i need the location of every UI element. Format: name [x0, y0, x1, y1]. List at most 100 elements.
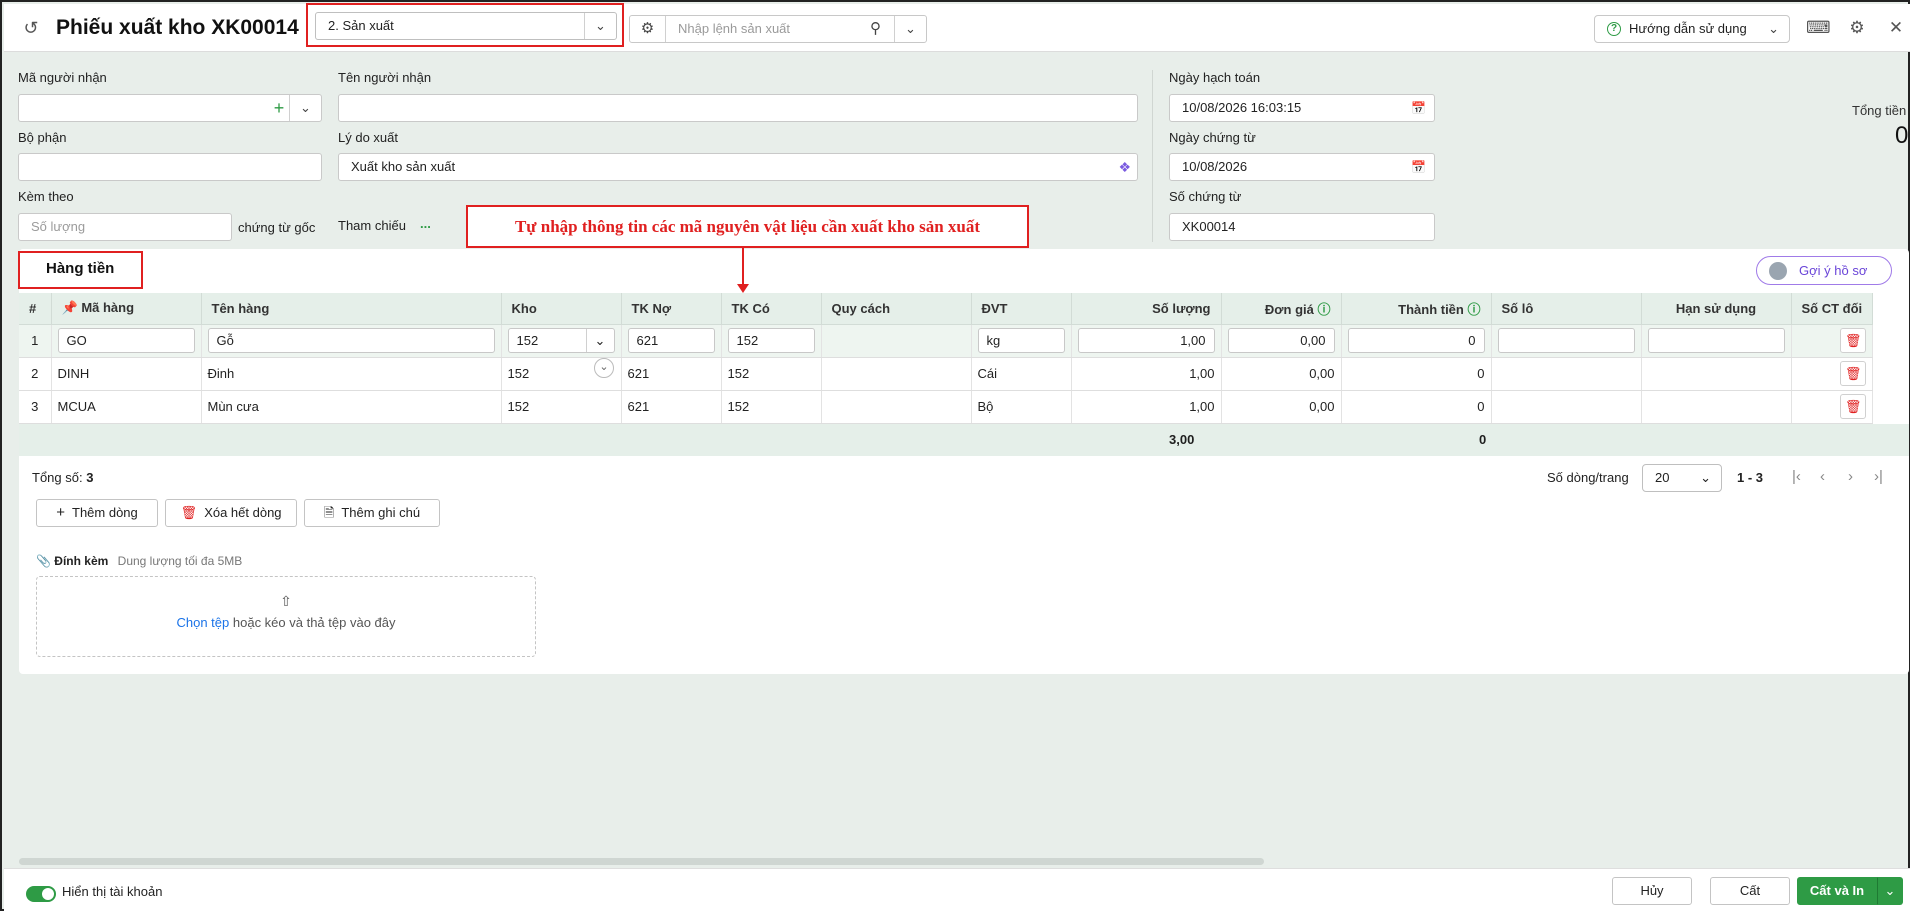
item-name-input[interactable]: Gỗ — [207, 328, 495, 353]
posting-date-input[interactable]: 10/08/2026 16:03:15 📅 — [1169, 94, 1435, 122]
first-page-icon[interactable]: |‹ — [1792, 468, 1801, 485]
unit-price-input[interactable]: 0,00 — [1227, 328, 1335, 353]
add-note-button[interactable]: 🗎 Thêm ghi chú — [304, 499, 440, 527]
choose-file-link[interactable]: Chọn tệp — [176, 615, 229, 630]
amount-cell[interactable]: 0 — [1341, 390, 1492, 424]
cancel-button[interactable]: Hủy — [1612, 877, 1692, 905]
type-select[interactable]: 2. Sản xuất ⌄ — [315, 12, 617, 40]
unit-cell[interactable]: Cái — [971, 357, 1072, 391]
department-input[interactable] — [18, 153, 322, 181]
upload-dropzone[interactable]: ⇧ Chọn tệp hoặc kéo và thả tệp vào đây — [36, 576, 536, 657]
lot-cell[interactable] — [1491, 357, 1642, 391]
item-name-cell[interactable]: Đinh — [201, 357, 502, 391]
calendar-icon[interactable]: 📅 — [1411, 95, 1426, 121]
column-header: Tên hàng — [201, 293, 502, 325]
unit-price-cell[interactable]: 0,00 — [1221, 390, 1342, 424]
prev-page-icon[interactable]: ‹ — [1820, 468, 1825, 485]
chevron-down-icon[interactable]: ⌄ — [1877, 877, 1903, 905]
row-number: 2 — [19, 357, 52, 391]
credit-account-cell[interactable]: 152 — [721, 390, 822, 424]
save-button[interactable]: Cất — [1710, 877, 1790, 905]
spec-cell[interactable] — [821, 324, 972, 358]
table-row[interactable]: 3 MCUA Mùn cưa 152 621 152 Bộ 1,00 0,00 … — [19, 390, 1874, 424]
help-icon[interactable]: ⓘ — [1317, 302, 1330, 317]
item-code-input[interactable]: GO — [57, 328, 195, 353]
delete-row-icon[interactable]: 🗑 — [1840, 328, 1867, 353]
debit-account-cell[interactable]: 621 — [621, 357, 722, 391]
pin-icon[interactable]: 📌 — [62, 300, 78, 315]
settings-icon[interactable]: ⚙ — [1845, 17, 1869, 39]
voucher-number-input[interactable]: XK00014 — [1169, 213, 1435, 241]
amount-input[interactable]: 0 — [1347, 328, 1485, 353]
debit-account-input[interactable]: 621 — [627, 328, 715, 353]
save-print-button[interactable]: Cất và In — [1797, 877, 1877, 905]
lot-cell[interactable] — [1491, 390, 1642, 424]
ai-assist-icon[interactable]: ❖ — [1118, 154, 1131, 180]
credit-account-cell[interactable]: 152 — [721, 357, 822, 391]
unit-price-cell[interactable]: 0,00 — [1221, 357, 1342, 391]
expiry-cell[interactable] — [1641, 390, 1792, 424]
quantity-cell[interactable]: 1,00 — [1071, 390, 1222, 424]
quantity-input[interactable]: 1,00 — [1077, 328, 1215, 353]
tab-hang-tien[interactable]: Hàng tiền — [46, 260, 114, 277]
suggest-profile-label: Gợi ý hồ sơ — [1799, 263, 1868, 278]
quantity-cell[interactable]: 1,00 — [1071, 357, 1222, 391]
chevron-down-icon[interactable]: ⌄ — [289, 95, 321, 121]
item-code-cell[interactable]: DINH — [51, 357, 202, 391]
item-name-cell[interactable]: Mùn cưa — [201, 390, 502, 424]
chevron-down-icon[interactable]: ⌄ — [894, 16, 926, 42]
chevron-down-icon[interactable]: ⌄ — [585, 329, 614, 352]
next-page-icon[interactable]: › — [1848, 468, 1853, 485]
summary-row: 3,00 0 — [19, 424, 1909, 456]
item-code-cell[interactable]: MCUA — [51, 390, 202, 424]
expiry-input[interactable] — [1647, 328, 1785, 353]
debit-account-cell[interactable]: 621 — [621, 390, 722, 424]
reference-link[interactable]: ... — [420, 216, 431, 231]
upload-icon: ⇧ — [280, 593, 292, 609]
guide-button[interactable]: ? Hướng dẫn sử dụng ⌄ — [1594, 15, 1790, 43]
horizontal-scrollbar[interactable] — [19, 858, 1264, 865]
calendar-icon[interactable]: 📅 — [1411, 154, 1426, 180]
delete-row-icon[interactable]: 🗑 — [1840, 394, 1867, 419]
table-row[interactable]: 2 DINH Đinh 152 621 152 Cái 1,00 0,00 0 … — [19, 357, 1874, 391]
expiry-cell[interactable] — [1641, 357, 1792, 391]
receiver-code-input[interactable]: + ⌄ — [18, 94, 322, 122]
total-amount: 0 — [1479, 432, 1487, 447]
delete-all-rows-button[interactable]: 🗑 Xóa hết dòng — [165, 499, 297, 527]
detail-table: # 📌 Mã hàng Tên hàng Kho TK Nợ TK Có Quy… — [19, 293, 1874, 424]
amount-cell[interactable]: 0 — [1341, 357, 1492, 391]
production-order-search[interactable]: ⚙ Nhập lệnh sản xuất ⚲ ⌄ — [629, 15, 927, 43]
show-accounts-toggle[interactable] — [26, 886, 56, 902]
last-page-icon[interactable]: ›| — [1874, 468, 1883, 485]
department-label: Bộ phận — [18, 130, 67, 145]
receiver-name-input[interactable] — [338, 94, 1138, 122]
search-input[interactable]: Nhập lệnh sản xuất — [678, 16, 790, 42]
keyboard-icon[interactable]: ⌨ — [1806, 17, 1831, 39]
search-icon[interactable]: ⚲ — [870, 16, 881, 42]
lot-input[interactable] — [1497, 328, 1635, 353]
warehouse-select[interactable]: 152 ⌄ — [507, 328, 615, 353]
attached-label: Kèm theo — [18, 189, 74, 204]
help-icon[interactable]: ⓘ — [1467, 302, 1480, 317]
spec-cell[interactable] — [821, 357, 972, 391]
add-row-button[interactable]: + Thêm dòng — [36, 499, 158, 527]
chevron-down-icon[interactable]: ⌄ — [584, 13, 616, 39]
delete-row-icon[interactable]: 🗑 — [1840, 361, 1867, 386]
table-row[interactable]: 1 GO Gỗ 152 ⌄ 621 152 kg 1,00 0,00 0 🗑 — [19, 324, 1874, 358]
chevron-down-icon[interactable]: ⌄ — [594, 358, 614, 378]
close-icon[interactable]: ✕ — [1884, 17, 1908, 39]
add-icon[interactable]: + — [267, 95, 291, 121]
credit-account-input[interactable]: 152 — [727, 328, 815, 353]
spec-cell[interactable] — [821, 390, 972, 424]
history-icon[interactable]: ↺ — [21, 18, 41, 38]
voucher-date-input[interactable]: 10/08/2026 📅 — [1169, 153, 1435, 181]
gear-icon[interactable]: ⚙ — [630, 16, 666, 42]
reason-label: Lý do xuất — [338, 130, 398, 145]
quantity-input[interactable]: Số lượng — [18, 213, 232, 241]
unit-cell[interactable]: Bộ — [971, 390, 1072, 424]
warehouse-cell[interactable]: 152 — [501, 390, 622, 424]
rows-per-page-select[interactable]: 20 ⌄ — [1642, 464, 1722, 492]
suggest-profile-button[interactable]: Gợi ý hồ sơ — [1756, 256, 1892, 285]
reason-input[interactable]: Xuất kho sản xuất ❖ — [338, 153, 1138, 181]
unit-input[interactable]: kg — [977, 328, 1065, 353]
